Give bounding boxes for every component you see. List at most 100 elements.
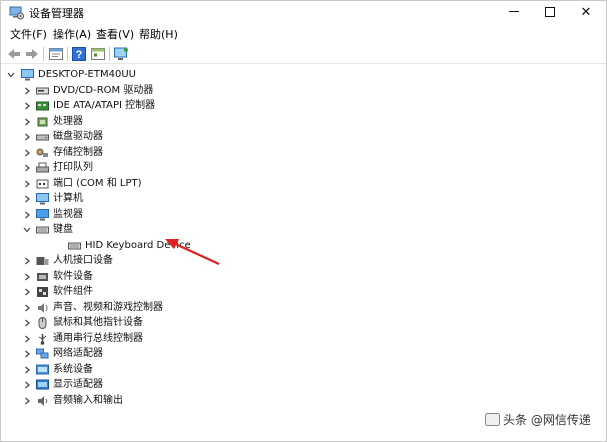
tree-item[interactable]: 鼠标和其他指针设备	[2, 315, 606, 331]
toolbar-separator	[43, 47, 44, 61]
chevron-right-icon[interactable]	[22, 396, 32, 406]
tree-item[interactable]: 显示适配器	[2, 377, 606, 393]
window-title: 设备管理器	[29, 7, 84, 20]
device-manager-window: 设备管理器 ✕ 文件(F) 操作(A) 查看(V) 帮助(H) ? DESKTO…	[0, 0, 607, 442]
keyboard-icon	[68, 242, 81, 249]
tree-item[interactable]: DVD/CD-ROM 驱动器	[2, 83, 606, 99]
tree-item-label: 打印队列	[53, 162, 93, 173]
tree-item[interactable]: 软件组件	[2, 284, 606, 300]
chevron-down-icon[interactable]	[22, 225, 32, 235]
tree-item[interactable]: 打印队列	[2, 160, 606, 176]
sound-icon	[38, 302, 48, 313]
ide-controller-icon	[36, 101, 49, 111]
tree-item[interactable]: 键盘	[2, 222, 606, 238]
network-adapter-icon	[36, 348, 49, 359]
dvd-drive-icon	[36, 87, 49, 94]
tree-item-label: 鼠标和其他指针设备	[53, 317, 143, 328]
title-bar[interactable]: 设备管理器 ✕	[1, 1, 606, 26]
chevron-right-icon[interactable]	[22, 303, 32, 313]
menu-help[interactable]: 帮助(H)	[139, 28, 178, 42]
tree-root-label: DESKTOP-ETM40UU	[38, 69, 136, 80]
chevron-right-icon[interactable]	[22, 349, 32, 359]
tree-item-label: DVD/CD-ROM 驱动器	[53, 84, 154, 96]
chevron-down-icon[interactable]	[6, 70, 16, 80]
chevron-right-icon[interactable]	[22, 318, 32, 328]
chevron-right-icon[interactable]	[22, 132, 32, 142]
chevron-right-icon[interactable]	[22, 117, 32, 127]
chevron-right-icon[interactable]	[22, 380, 32, 390]
chevron-right-icon[interactable]	[22, 210, 32, 220]
storage-controller-icon	[36, 148, 48, 157]
watermark-text: 头条 @网信传递	[503, 413, 591, 427]
maximize-button[interactable]	[533, 1, 567, 25]
properties-icon[interactable]	[48, 46, 64, 62]
tree-item-label: 系统设备	[53, 363, 93, 375]
display-adapter-icon	[36, 379, 49, 390]
tree-item-label: 人机接口设备	[53, 255, 113, 266]
tree-item[interactable]: 声音、视频和游戏控制器	[2, 300, 606, 316]
tree-item[interactable]: 磁盘驱动器	[2, 129, 606, 145]
forward-arrow-icon[interactable]	[24, 46, 40, 62]
menu-action[interactable]: 操作(A)	[53, 28, 91, 42]
minimize-icon	[509, 11, 519, 12]
tree-item[interactable]: 通用串行总线控制器	[2, 331, 606, 347]
tree-child-item[interactable]: HID Keyboard Device	[2, 238, 606, 254]
chevron-right-icon[interactable]	[22, 163, 32, 173]
chevron-right-icon[interactable]	[22, 256, 32, 266]
software-device-icon	[37, 272, 48, 281]
tree-item[interactable]: 系统设备	[2, 362, 606, 378]
tree-item[interactable]: 计算机	[2, 191, 606, 207]
monitor-icon	[36, 208, 49, 220]
tree-item[interactable]: 监视器	[2, 207, 606, 223]
close-icon: ✕	[580, 5, 592, 20]
tree-item[interactable]: 端口 (COM 和 LPT)	[2, 176, 606, 192]
help-icon[interactable]: ?	[71, 46, 87, 62]
usb-icon	[38, 333, 47, 345]
tree-item[interactable]: 存储控制器	[2, 145, 606, 161]
tree-item-label: 处理器	[53, 115, 83, 127]
toolbar-separator	[109, 47, 110, 61]
tree-item-label: 音频输入和输出	[53, 394, 123, 406]
view-icon[interactable]	[90, 46, 106, 62]
tree-item-label: 键盘	[53, 224, 73, 235]
computer-icon	[21, 69, 34, 81]
tree-item-label: 端口 (COM 和 LPT)	[53, 177, 142, 189]
processor-icon	[37, 117, 48, 126]
tree-item[interactable]: 软件设备	[2, 269, 606, 285]
monitor-scan-icon[interactable]	[113, 46, 129, 62]
tree-item-label: 网络适配器	[53, 348, 103, 359]
chevron-right-icon[interactable]	[22, 86, 32, 96]
menu-view[interactable]: 查看(V)	[96, 28, 134, 42]
tree-item-label: 声音、视频和游戏控制器	[53, 301, 163, 313]
chevron-right-icon[interactable]	[22, 334, 32, 344]
chevron-right-icon[interactable]	[22, 272, 32, 282]
chevron-right-icon[interactable]	[22, 365, 32, 375]
menu-file[interactable]: 文件(F)	[10, 28, 47, 42]
tree-item[interactable]: IDE ATA/ATAPI 控制器	[2, 98, 606, 114]
watermark-logo-icon	[485, 413, 500, 426]
tree-root[interactable]: DESKTOP-ETM40UU	[2, 67, 606, 83]
device-tree[interactable]: DESKTOP-ETM40UU DVD/CD-ROM 驱动器 IDE ATA/AT…	[2, 65, 606, 441]
chevron-right-icon[interactable]	[22, 194, 32, 204]
tree-item[interactable]: 人机接口设备	[2, 253, 606, 269]
tree-item-label: 存储控制器	[53, 146, 103, 158]
chevron-right-icon[interactable]	[22, 179, 32, 189]
audio-io-icon	[38, 395, 48, 406]
tree-item[interactable]: 网络适配器	[2, 346, 606, 362]
chevron-right-icon[interactable]	[22, 148, 32, 158]
annotation-arrow	[165, 239, 220, 265]
mouse-icon	[38, 317, 47, 329]
back-arrow-icon[interactable]	[6, 46, 22, 62]
tree-item-label: 通用串行总线控制器	[53, 332, 143, 344]
tree-item[interactable]: 音频输入和输出	[2, 393, 606, 409]
tree-item-label: IDE ATA/ATAPI 控制器	[53, 100, 156, 111]
tree-item[interactable]: 处理器	[2, 114, 606, 130]
minimize-button[interactable]	[497, 1, 531, 25]
chevron-right-icon[interactable]	[22, 101, 32, 111]
chevron-right-icon[interactable]	[22, 287, 32, 297]
software-component-icon	[37, 287, 48, 297]
close-button[interactable]: ✕	[569, 1, 603, 25]
tree-item-label: 软件组件	[53, 286, 93, 297]
tree-item-label: 软件设备	[53, 270, 93, 282]
tree-item-label: 磁盘驱动器	[53, 131, 103, 142]
